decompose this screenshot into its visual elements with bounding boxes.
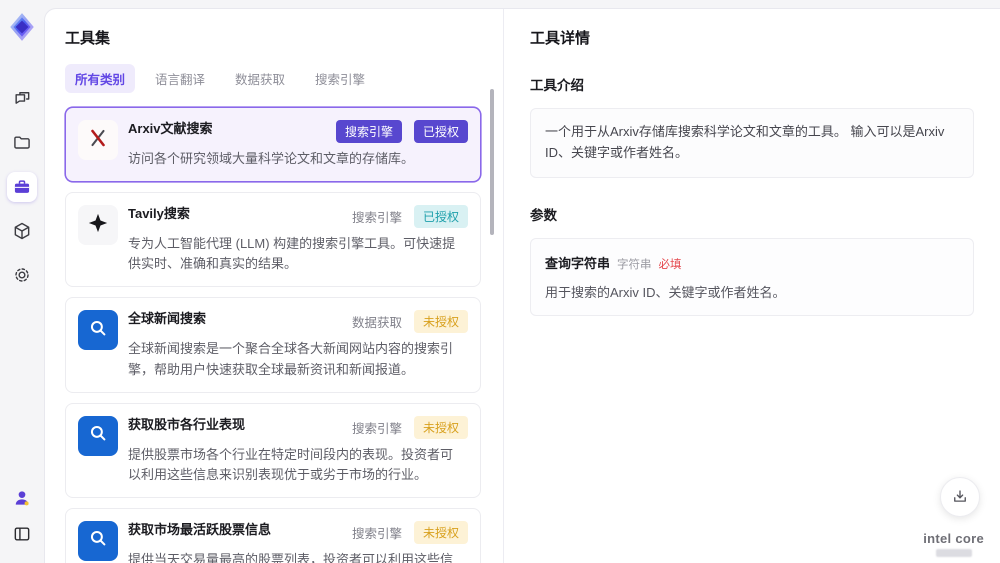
tool-badges: 搜索引擎 未授权 bbox=[344, 415, 468, 439]
panel-icon bbox=[12, 524, 32, 544]
tool-auth-badge: 未授权 bbox=[413, 415, 468, 439]
tool-badges: 搜索引擎 已授权 bbox=[328, 120, 468, 143]
nav-item-briefcase[interactable] bbox=[7, 172, 37, 202]
left-nav-rail bbox=[0, 0, 44, 563]
tool-description: 专为人工智能代理 (LLM) 构建的搜索引擎工具。可快速提供实时、准确和真实的结… bbox=[128, 236, 456, 272]
tool-icon-box bbox=[78, 205, 118, 246]
tool-icon-box bbox=[78, 310, 118, 351]
tool-auth-badge: 已授权 bbox=[413, 120, 468, 143]
tool-title: 获取市场最活跃股票信息 bbox=[128, 521, 272, 537]
tool-card-body: 全球新闻搜索 数据获取 未授权全球新闻搜索是一个聚合全球各大新闻网站内容的搜索引擎，… bbox=[128, 310, 468, 379]
gear-icon bbox=[12, 265, 32, 285]
search-blue-icon bbox=[87, 527, 109, 554]
category-tabs: 所有类别 语言翻译 数据获取 搜索引擎 bbox=[65, 64, 481, 93]
tool-auth-badge: 未授权 bbox=[413, 520, 468, 544]
tool-description: 提供当天交易量最高的股票列表，投资者可以利用这些信息来识别流动性强的股票和潜在的… bbox=[128, 551, 454, 563]
chat-icon bbox=[12, 89, 32, 109]
tab-category-2[interactable]: 数据获取 bbox=[225, 64, 295, 93]
tool-title: 全球新闻搜索 bbox=[128, 311, 207, 327]
tab-category-0[interactable]: 所有类别 bbox=[65, 64, 136, 93]
tool-category-badge: 搜索引擎 bbox=[351, 526, 402, 541]
nav-item-user[interactable] bbox=[7, 483, 37, 513]
intro-heading: 工具介绍 bbox=[530, 78, 584, 93]
tool-card-body: Tavily搜索 搜索引擎 已授权专为人工智能代理 (LLM) 构建的搜索引擎工具。… bbox=[128, 205, 468, 274]
tab-category-1[interactable]: 语言翻译 bbox=[145, 64, 215, 93]
user-icon bbox=[12, 488, 32, 508]
nav-item-folder[interactable] bbox=[7, 128, 37, 158]
parameter-header: 查询字符串 字符串 必填 bbox=[545, 253, 959, 273]
briefcase-icon bbox=[12, 177, 32, 197]
tool-detail-panel: 工具详情 工具介绍 一个用于从Arxiv存储库搜索科学论文和文章的工具。 输入可… bbox=[503, 9, 1000, 563]
tool-card[interactable]: 获取股市各行业表现 搜索引擎 未授权提供股票市场各个行业在特定时间段内的表现。投资者… bbox=[65, 402, 481, 498]
tool-title: Tavily搜索 bbox=[128, 206, 190, 222]
tool-category-badge: 搜索引擎 bbox=[351, 211, 402, 226]
parameter-required-badge: 必填 bbox=[658, 258, 682, 271]
app-logo-icon bbox=[7, 12, 37, 42]
tool-card[interactable]: 全球新闻搜索 数据获取 未授权全球新闻搜索是一个聚合全球各大新闻网站内容的搜索引擎，… bbox=[65, 297, 481, 393]
detail-title: 工具详情 bbox=[530, 30, 591, 47]
tab-category-3[interactable]: 搜索引擎 bbox=[305, 64, 375, 93]
download-button[interactable] bbox=[940, 477, 980, 517]
nav-icon-group-bottom bbox=[7, 483, 37, 563]
tool-badges: 搜索引擎 未授权 bbox=[344, 520, 468, 544]
tool-card[interactable]: 获取市场最活跃股票信息 搜索引擎 未授权提供当天交易量最高的股票列表，投资者可以利用… bbox=[65, 507, 481, 563]
nav-item-chat[interactable] bbox=[7, 84, 37, 114]
params-heading: 参数 bbox=[530, 207, 557, 223]
download-icon bbox=[954, 490, 966, 502]
nav-icon-group-top bbox=[7, 84, 37, 304]
tool-list-panel: 工具集 所有类别 语言翻译 数据获取 搜索引擎 Arxiv文献搜索 搜索引擎 已授权 访问各… bbox=[45, 9, 503, 563]
intel-core-logo: intel core bbox=[923, 531, 984, 557]
tool-category-badge: 搜索引擎 bbox=[335, 120, 402, 143]
tool-icon-box bbox=[78, 520, 118, 561]
folder-icon bbox=[12, 133, 32, 153]
parameter-type: 字符串 bbox=[617, 258, 652, 271]
tool-card-body: Arxiv文献搜索 搜索引擎 已授权访问各个研究领域大量科学论文和文章的存储库。 bbox=[128, 120, 468, 169]
parameter-description: 用于搜索的Arxiv ID、关键字或作者姓名。 bbox=[545, 284, 786, 300]
intel-core-sub-badge bbox=[935, 549, 972, 557]
tool-icon-box bbox=[78, 120, 118, 160]
arxiv-icon bbox=[86, 126, 110, 155]
tool-auth-badge: 未授权 bbox=[413, 310, 468, 334]
main-panel: 工具集 所有类别 语言翻译 数据获取 搜索引擎 Arxiv文献搜索 搜索引擎 已授权 访问各… bbox=[44, 8, 1000, 563]
tool-description: 访问各个研究领域大量科学论文和文章的存储库。 bbox=[128, 151, 415, 166]
nav-item-cube[interactable] bbox=[7, 216, 37, 246]
parameter-name: 查询字符串 bbox=[545, 255, 611, 271]
tool-description: 提供股票市场各个行业在特定时间段内的表现。投资者可以利用这些信息来识别表现优于或… bbox=[128, 446, 454, 482]
tool-title: 获取股市各行业表现 bbox=[128, 416, 246, 432]
tool-card[interactable]: Tavily搜索 搜索引擎 已授权专为人工智能代理 (LLM) 构建的搜索引擎工具。… bbox=[65, 192, 481, 288]
tool-card-body: 获取股市各行业表现 搜索引擎 未授权提供股票市场各个行业在特定时间段内的表现。投资者… bbox=[128, 415, 468, 485]
parameter-card: 查询字符串 字符串 必填 用于搜索的Arxiv ID、关键字或作者姓名。 bbox=[530, 237, 974, 316]
tool-badges: 数据获取 未授权 bbox=[344, 310, 468, 334]
nav-item-panel[interactable] bbox=[7, 519, 37, 549]
page-title: 工具集 bbox=[65, 30, 111, 47]
intel-core-text: intel core bbox=[923, 531, 984, 546]
tavily-icon bbox=[87, 212, 109, 239]
tool-icon-box bbox=[78, 415, 118, 456]
search-blue-icon bbox=[87, 317, 109, 344]
tool-card-body: 获取市场最活跃股票信息 搜索引擎 未授权提供当天交易量最高的股票列表，投资者可以利用… bbox=[128, 520, 468, 563]
intro-text-box: 一个用于从Arxiv存储库搜索科学论文和文章的工具。 输入可以是Arxiv ID… bbox=[530, 108, 974, 178]
tool-title: Arxiv文献搜索 bbox=[128, 121, 213, 136]
tool-badges: 搜索引擎 已授权 bbox=[344, 205, 468, 229]
tool-card[interactable]: Arxiv文献搜索 搜索引擎 已授权访问各个研究领域大量科学论文和文章的存储库。 bbox=[65, 107, 481, 183]
tool-category-badge: 搜索引擎 bbox=[351, 421, 402, 436]
list-scrollbar-thumb[interactable] bbox=[490, 89, 494, 235]
tool-auth-badge: 已授权 bbox=[413, 205, 468, 229]
nav-item-gear[interactable] bbox=[7, 260, 37, 290]
cube-icon bbox=[12, 221, 32, 241]
tool-card-list: Arxiv文献搜索 搜索引擎 已授权 访问各个研究领域大量科学论文和文章的存储库。 Ta… bbox=[65, 107, 481, 563]
search-blue-icon bbox=[87, 422, 109, 449]
tool-category-badge: 数据获取 bbox=[351, 316, 402, 331]
tool-description: 全球新闻搜索是一个聚合全球各大新闻网站内容的搜索引擎，帮助用户快速获取全球最新资… bbox=[128, 341, 454, 377]
